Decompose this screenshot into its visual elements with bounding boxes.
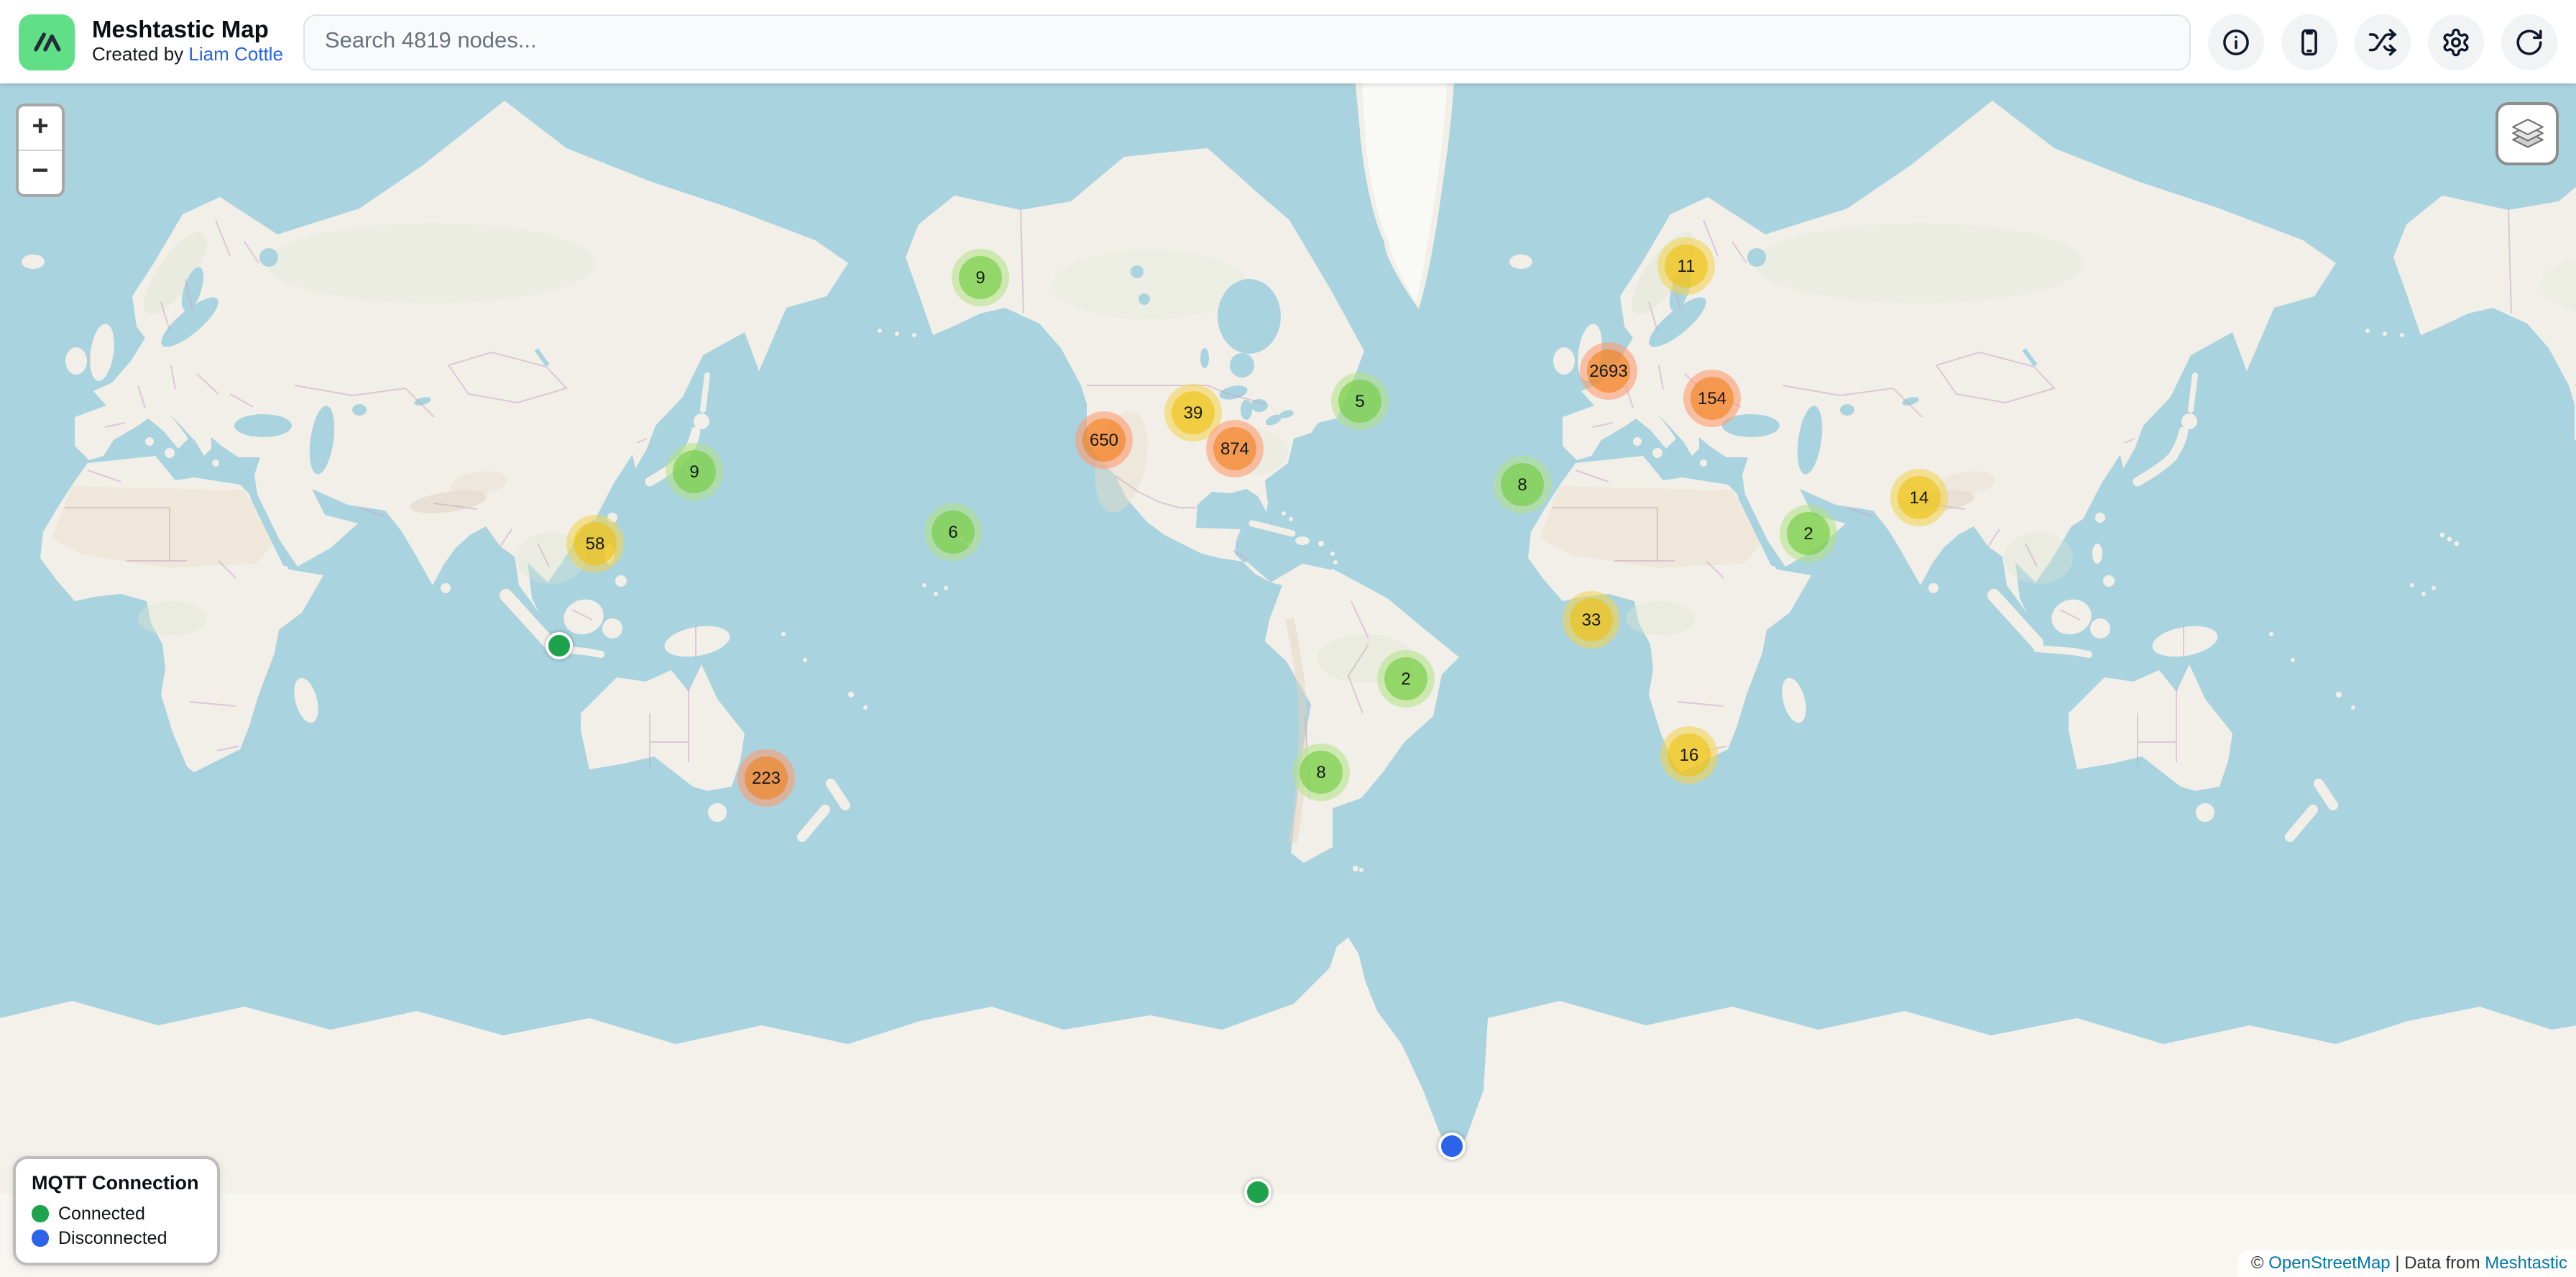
node-cluster[interactable]: 9 — [952, 249, 1009, 306]
node-cluster[interactable]: 9 — [666, 443, 723, 500]
app-header: Meshtastic Map Created by Liam Cottle — [0, 0, 2576, 83]
node-cluster-count: 2693 — [1587, 349, 1630, 393]
node-cluster-count: 58 — [574, 522, 617, 565]
copyright-symbol: © — [2251, 1253, 2268, 1273]
node-cluster-count: 154 — [1690, 377, 1734, 420]
node-cluster-count: 39 — [1172, 391, 1215, 434]
node-cluster[interactable]: 8 — [1494, 456, 1551, 513]
search-input[interactable] — [303, 14, 2191, 70]
node-cluster-count: 874 — [1213, 427, 1256, 470]
node-marker-disconnected[interactable] — [1438, 1132, 1466, 1160]
node-cluster-count: 11 — [1665, 244, 1708, 288]
node-cluster-count: 8 — [1501, 463, 1544, 506]
node-cluster-count: 6 — [932, 511, 975, 554]
node-marker-connected[interactable] — [546, 632, 573, 659]
node-cluster-count: 9 — [959, 256, 1002, 299]
legend-title: MQTT Connection — [32, 1172, 198, 1194]
byline-prefix: Created by — [92, 43, 188, 65]
legend-item-connected: Connected — [32, 1204, 198, 1224]
settings-button[interactable] — [2428, 14, 2484, 70]
zoom-out-button[interactable]: − — [19, 151, 62, 194]
gear-icon — [2441, 27, 2471, 57]
legend-item-disconnected: Disconnected — [32, 1228, 198, 1248]
mqtt-legend: MQTT Connection Connected Disconnected — [13, 1156, 220, 1265]
node-cluster-count: 14 — [1898, 476, 1941, 519]
legend-label: Connected — [58, 1204, 145, 1224]
node-cluster[interactable]: 33 — [1563, 591, 1620, 649]
node-cluster[interactable]: 5 — [1331, 372, 1389, 430]
node-cluster[interactable]: 2 — [1377, 650, 1435, 708]
node-cluster-count: 5 — [1338, 380, 1381, 423]
legend-label: Disconnected — [58, 1228, 167, 1248]
map-canvas[interactable]: 9 11 2693 154 39 5 650 874 9 8 14 2 6 58 33 2 16 8 223 + −… — [0, 83, 2576, 1277]
attribution: © OpenStreetMap | Data from Meshtastic — [2238, 1250, 2576, 1277]
page-title: Meshtastic Map — [92, 17, 283, 45]
refresh-button[interactable] — [2501, 14, 2557, 70]
node-cluster[interactable]: 6 — [924, 503, 982, 561]
node-cluster-count: 2 — [1787, 512, 1830, 555]
node-cluster[interactable]: 2693 — [1580, 342, 1637, 400]
node-cluster[interactable]: 14 — [1890, 469, 1948, 526]
node-cluster[interactable]: 16 — [1660, 726, 1718, 784]
node-cluster-count: 33 — [1570, 598, 1613, 641]
node-cluster-count: 2 — [1384, 657, 1427, 700]
node-cluster[interactable]: 58 — [566, 515, 624, 572]
openstreetmap-link[interactable]: OpenStreetMap — [2268, 1253, 2390, 1273]
node-cluster[interactable]: 223 — [737, 749, 795, 807]
refresh-icon — [2514, 27, 2544, 57]
node-cluster-count: 223 — [745, 756, 788, 800]
zoom-in-button[interactable]: + — [19, 106, 62, 151]
meshtastic-link[interactable]: Meshtastic — [2485, 1253, 2567, 1273]
shuffle-icon — [2368, 27, 2398, 57]
attribution-separator: | Data from — [2391, 1253, 2485, 1273]
disconnected-dot-icon — [32, 1230, 48, 1247]
info-button[interactable] — [2208, 14, 2264, 70]
connected-dot-icon — [32, 1206, 48, 1222]
random-node-button[interactable] — [2355, 14, 2411, 70]
node-cluster-count: 9 — [673, 450, 716, 493]
layers-icon — [2508, 114, 2547, 153]
node-cluster[interactable]: 2 — [1780, 505, 1837, 562]
node-cluster[interactable]: 8 — [1292, 743, 1350, 801]
layers-control[interactable] — [2496, 102, 2559, 165]
node-cluster[interactable]: 650 — [1075, 411, 1133, 469]
meshtastic-logo-icon — [19, 14, 75, 70]
smartphone-icon — [2294, 27, 2324, 57]
node-cluster[interactable]: 11 — [1657, 237, 1715, 295]
node-cluster[interactable]: 874 — [1206, 420, 1264, 477]
node-cluster-count: 16 — [1668, 733, 1711, 777]
node-cluster-count: 8 — [1300, 751, 1343, 794]
markers-layer: 9 11 2693 154 39 5 650 874 9 8 14 2 6 58 33 2 16 8 223 — [0, 83, 2576, 1277]
author-link[interactable]: Liam Cottle — [188, 43, 283, 65]
zoom-control: + − — [16, 104, 65, 197]
device-button[interactable] — [2281, 14, 2337, 70]
node-marker-connected[interactable] — [1244, 1178, 1271, 1206]
byline: Created by Liam Cottle — [92, 45, 283, 66]
title-block: Meshtastic Map Created by Liam Cottle — [92, 17, 283, 66]
node-cluster-count: 650 — [1082, 418, 1126, 462]
info-icon — [2221, 27, 2251, 57]
node-cluster[interactable]: 154 — [1683, 370, 1741, 427]
